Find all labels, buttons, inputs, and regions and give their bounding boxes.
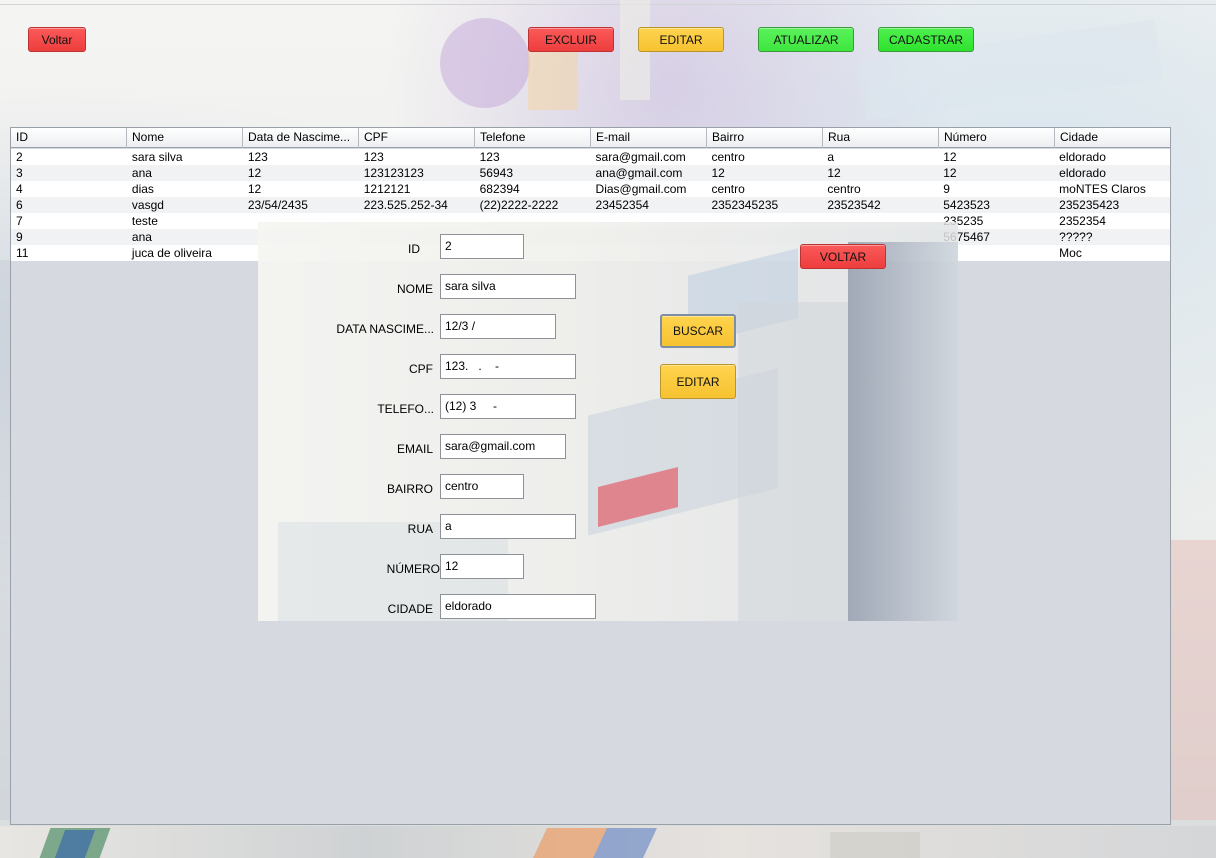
- table-cell: 123: [479, 150, 500, 164]
- table-cell: 23523542: [827, 198, 881, 212]
- table-cell: centro: [711, 182, 745, 196]
- rua-label: RUA: [407, 522, 433, 536]
- background-photo-bottom: [0, 826, 1216, 858]
- atualizar-button[interactable]: ATUALIZAR: [758, 27, 854, 52]
- buscar-button[interactable]: BUSCAR: [660, 314, 736, 348]
- table-cell: 12: [247, 182, 262, 196]
- table-cell: vasgd: [131, 198, 164, 212]
- table-cell: eldorado: [1059, 166, 1106, 180]
- table-cell: 12: [943, 166, 957, 180]
- table-cell: 4: [16, 182, 23, 196]
- table-cell: 1212121: [363, 182, 411, 196]
- table-cell: 12: [943, 150, 957, 164]
- editar-button[interactable]: EDITAR: [638, 27, 724, 52]
- cpf-label: CPF: [409, 362, 433, 376]
- rua-field[interactable]: a: [440, 514, 576, 539]
- table-cell: 682394: [479, 182, 520, 196]
- data-nascimento-field[interactable]: 12/3 /: [440, 314, 556, 339]
- table-cell: 123: [247, 150, 268, 164]
- table-cell: ana: [131, 230, 152, 244]
- table-header: ID Nome Data de Nascime... CPF Telefone …: [11, 128, 1170, 148]
- email-label: EMAIL: [396, 442, 433, 456]
- column-header-rua[interactable]: Rua: [823, 128, 939, 148]
- table-cell: 235235423: [1059, 198, 1120, 212]
- cidade-field[interactable]: eldorado: [440, 594, 596, 619]
- table-cell: a: [827, 150, 835, 164]
- bairro-label: BAIRRO: [386, 482, 433, 496]
- table-cell: 12: [827, 166, 841, 180]
- telefone-label: TELEFO...: [377, 402, 434, 416]
- numero-label: NÚMERO: [386, 562, 440, 576]
- column-header-cpf[interactable]: CPF: [359, 128, 475, 148]
- table-cell: 123: [363, 150, 384, 164]
- telefone-field[interactable]: (12) 3 -: [440, 394, 576, 419]
- column-header-cidade[interactable]: Cidade: [1055, 128, 1170, 148]
- column-header-bairro[interactable]: Bairro: [707, 128, 823, 148]
- dialog-voltar-button[interactable]: VOLTAR: [800, 244, 886, 269]
- table-cell: centro: [827, 182, 861, 196]
- window-top-border: [0, 4, 1216, 5]
- table-cell: ?????: [1059, 230, 1093, 244]
- table-cell: 2: [16, 150, 23, 164]
- table-cell: eldorado: [1059, 150, 1106, 164]
- table-row[interactable]: 4 dias 12 1212121 682394 Dias@gmail.com …: [11, 181, 1170, 197]
- cpf-field[interactable]: 123. . -: [440, 354, 576, 379]
- table-cell: 11: [16, 246, 29, 260]
- column-header-id[interactable]: ID: [11, 128, 127, 148]
- table-cell: 23452354: [595, 198, 649, 212]
- table-cell: 2352345235: [711, 198, 779, 212]
- id-label: ID: [408, 242, 420, 256]
- table-cell: ana: [131, 166, 152, 180]
- table-cell: 9: [16, 230, 23, 244]
- table-cell: sara silva: [131, 150, 183, 164]
- table-row[interactable]: 2 sara silva 123 123 123 sara@gmail.com …: [11, 149, 1170, 165]
- edit-client-dialog: ID 2 NOME sara silva DATA NASCIME... 12/…: [258, 222, 958, 621]
- column-header-numero[interactable]: Número: [939, 128, 1055, 148]
- table-cell: Moc: [1059, 246, 1082, 260]
- table-row[interactable]: 3 ana 12 123123123 56943 ana@gmail.com 1…: [11, 165, 1170, 181]
- table-row[interactable]: 6 vasgd 23/54/2435 223.525.252-34 (22)22…: [11, 197, 1170, 213]
- table-cell: 3: [16, 166, 23, 180]
- table-cell: 2352354: [1059, 214, 1106, 228]
- table-cell: centro: [711, 150, 745, 164]
- numero-field[interactable]: 12: [440, 554, 524, 579]
- table-cell: 7: [16, 214, 23, 228]
- email-field[interactable]: sara@gmail.com: [440, 434, 566, 459]
- table-cell: 5423523: [943, 198, 990, 212]
- excluir-button[interactable]: EXCLUIR: [528, 27, 614, 52]
- table-cell: Dias@gmail.com: [595, 182, 687, 196]
- dialog-editar-button[interactable]: EDITAR: [660, 364, 736, 399]
- data-nascimento-label: DATA NASCIME...: [336, 322, 434, 336]
- table-cell: moNTES Claros: [1059, 182, 1146, 196]
- table-cell: 12: [711, 166, 725, 180]
- nome-label: NOME: [397, 282, 433, 296]
- table-cell: 223.525.252-34: [363, 198, 448, 212]
- column-header-email[interactable]: E-mail: [591, 128, 707, 148]
- table-cell: ana@gmail.com: [595, 166, 683, 180]
- bairro-field[interactable]: centro: [440, 474, 524, 499]
- table-cell: 123123123: [363, 166, 424, 180]
- column-header-nome[interactable]: Nome: [127, 128, 243, 148]
- table-cell: sara@gmail.com: [595, 150, 686, 164]
- voltar-button[interactable]: Voltar: [28, 27, 86, 52]
- id-field[interactable]: 2: [440, 234, 524, 259]
- table-cell: (22)2222-2222: [479, 198, 559, 212]
- dialog-background-photo: [258, 222, 958, 621]
- column-header-telefone[interactable]: Telefone: [475, 128, 591, 148]
- table-cell: 12: [247, 166, 262, 180]
- table-cell: 9: [943, 182, 950, 196]
- column-header-data-nascimento[interactable]: Data de Nascime...: [243, 128, 359, 148]
- cidade-label: CIDADE: [387, 602, 433, 616]
- table-cell: 6: [16, 198, 23, 212]
- table-cell: dias: [131, 182, 154, 196]
- table-cell: 23/54/2435: [247, 198, 308, 212]
- cadastrar-button[interactable]: CADASTRAR: [878, 27, 974, 52]
- table-cell: teste: [131, 214, 158, 228]
- table-cell: 56943: [479, 166, 513, 180]
- nome-field[interactable]: sara silva: [440, 274, 576, 299]
- table-cell: juca de oliveira: [131, 246, 212, 260]
